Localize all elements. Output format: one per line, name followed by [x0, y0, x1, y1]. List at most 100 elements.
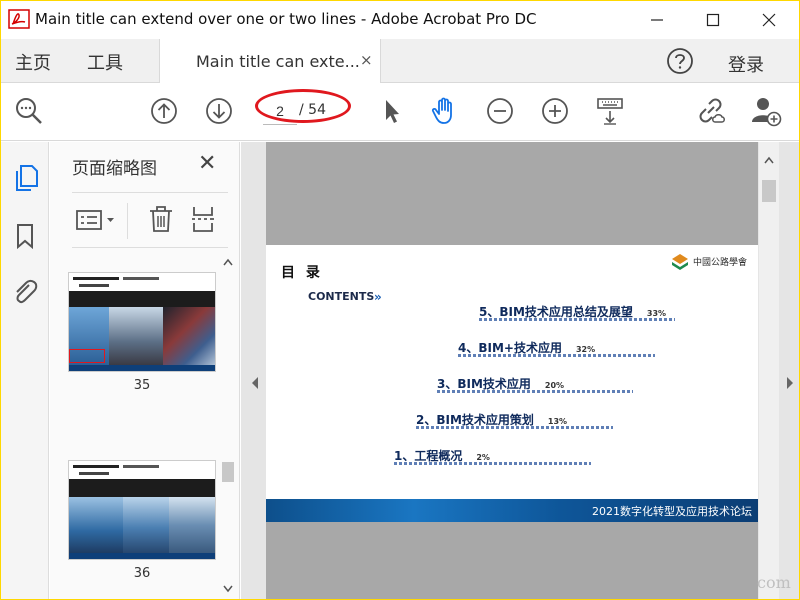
- next-page-button[interactable]: [203, 95, 235, 127]
- document-view[interactable]: 目 录 CONTENTS » 中國公路學會 5、BIM技术应用总结及展望 33% …: [241, 142, 799, 599]
- minimize-button[interactable]: [629, 1, 685, 39]
- thumb-footer: [69, 553, 215, 559]
- toc-underline: [416, 426, 613, 429]
- page-thumbnails-icon: [16, 165, 38, 191]
- login-button[interactable]: 登录: [728, 51, 764, 77]
- bookmark-icon: [17, 224, 33, 250]
- toc-underline: [437, 390, 633, 393]
- toc-underline: [394, 462, 591, 465]
- document-tab-label: Main title can exte...: [196, 52, 360, 71]
- select-tool-button[interactable]: [375, 95, 407, 127]
- thumb-image-2: [123, 497, 169, 553]
- menu-tools[interactable]: 工具: [87, 49, 123, 75]
- close-tab-button[interactable]: ×: [360, 51, 373, 69]
- previous-page-icon: [151, 98, 177, 124]
- page-thumbnail-35[interactable]: [68, 272, 216, 372]
- expand-right-panel-icon[interactable]: [785, 376, 795, 390]
- help-icon[interactable]: [665, 46, 695, 76]
- toc-underline: [458, 354, 655, 357]
- search-zoom-icon: [16, 98, 42, 124]
- acrobat-window: Main title can extend over one or two li…: [1, 1, 799, 599]
- toc-item-text: 4、BIM+技术应用: [458, 341, 562, 355]
- acrobat-app-icon: [8, 9, 30, 29]
- toc-title: 目 录: [281, 265, 323, 281]
- next-page-icon: [206, 98, 232, 124]
- toc-item-text: 5、BIM技术应用总结及展望: [479, 305, 633, 319]
- logo-text: 中國公路學會: [693, 258, 748, 268]
- panel-toolbar: [72, 192, 228, 248]
- search-zoom-button[interactable]: [13, 95, 45, 127]
- scroll-down-icon: [223, 585, 233, 593]
- watermark-text: com: [757, 573, 791, 592]
- menu-bar: 主页 工具 Main title can exte... × 登录: [1, 39, 799, 83]
- maximize-button[interactable]: [685, 1, 741, 39]
- bookmarks-button[interactable]: [9, 220, 41, 252]
- contents-label: CONTENTS: [308, 290, 375, 303]
- toc-underline: [479, 318, 675, 321]
- toc-item-text: 1、工程概况: [394, 449, 463, 463]
- hand-tool-icon: [431, 97, 452, 124]
- close-panel-button[interactable]: ✕: [198, 151, 216, 176]
- thumb-text-band: [69, 291, 215, 307]
- slide-footer: 2021数字化转型及应用技术论坛: [266, 499, 758, 522]
- attachments-button[interactable]: [9, 276, 41, 308]
- zoom-out-icon: [487, 98, 513, 124]
- thumb-text-band: [69, 479, 215, 497]
- pdf-page: 目 录 CONTENTS » 中國公路學會 5、BIM技术应用总结及展望 33% …: [266, 142, 758, 599]
- collapse-left-panel-icon[interactable]: [250, 376, 260, 390]
- add-user-button[interactable]: [750, 95, 782, 127]
- contents-arrow: »: [374, 290, 382, 304]
- thumbnail-label-35: 35: [133, 378, 151, 393]
- toc-item-text: 3、BIM技术应用: [437, 377, 531, 391]
- share-link-button[interactable]: [695, 95, 727, 127]
- add-user-icon: [752, 98, 782, 127]
- panel-scroll-thumb[interactable]: [222, 462, 234, 482]
- footer-text: 2021数字化转型及应用技术论坛: [592, 505, 752, 518]
- logo-mark-icon: [672, 254, 688, 270]
- annotation-ellipse: [255, 89, 351, 123]
- document-tab[interactable]: Main title can exte... ×: [159, 39, 381, 83]
- page-thumbnail-36[interactable]: [68, 460, 216, 560]
- organization-logo: 中國公路學會: [671, 253, 753, 271]
- hand-tool-button[interactable]: [429, 95, 461, 127]
- toc-item-percent: 32%: [575, 345, 596, 354]
- thumbnail-label-36: 36: [133, 566, 151, 581]
- toc-item-percent: 13%: [547, 417, 568, 426]
- scroll-up-icon: [223, 258, 233, 266]
- select-pointer-icon: [386, 100, 399, 123]
- thumb-highlight-box: [69, 349, 105, 363]
- toc-item-percent: 20%: [544, 381, 565, 390]
- minimize-icon: [651, 19, 663, 21]
- thumb-subtitle-bar: [123, 465, 159, 468]
- paperclip-icon: [16, 279, 38, 304]
- zoom-in-button[interactable]: [539, 95, 571, 127]
- navigation-rail: [1, 142, 49, 599]
- window-title: Main title can extend over one or two li…: [35, 10, 537, 28]
- panel-title: 页面缩略图: [72, 159, 157, 179]
- toolbar: / 54: [1, 83, 799, 141]
- thumb-header: [69, 273, 215, 291]
- thumbnail-options-icon[interactable]: [76, 209, 116, 233]
- toc-item-text: 2、BIM技术应用策划: [416, 413, 534, 427]
- trash-icon[interactable]: [148, 205, 174, 233]
- document-scrollbar[interactable]: [759, 142, 779, 599]
- zoom-in-icon: [542, 98, 568, 124]
- document-scroll-thumb[interactable]: [762, 180, 776, 202]
- thumb-image-2: [109, 307, 163, 365]
- toc-item-percent: 2%: [476, 453, 490, 462]
- close-window-button[interactable]: [741, 1, 797, 39]
- scroll-mode-button[interactable]: [594, 95, 626, 127]
- menu-home[interactable]: 主页: [15, 49, 51, 75]
- extract-pages-icon[interactable]: [190, 205, 216, 233]
- previous-page-button[interactable]: [148, 95, 180, 127]
- page-thumbnails-button[interactable]: [9, 162, 41, 194]
- panel-scrollbar[interactable]: [220, 254, 236, 597]
- panel-toolbar-divider: [127, 203, 128, 239]
- scroll-mode-icon: [597, 98, 623, 125]
- thumb-image-3: [163, 307, 215, 365]
- close-icon: [762, 13, 776, 27]
- slide-content: 目 录 CONTENTS » 中國公路學會 5、BIM技术应用总结及展望 33% …: [266, 245, 758, 522]
- thumbnails-panel: 页面缩略图 ✕ 35 36: [50, 142, 240, 599]
- title-bar: Main title can extend over one or two li…: [1, 1, 799, 39]
- zoom-out-button[interactable]: [484, 95, 516, 127]
